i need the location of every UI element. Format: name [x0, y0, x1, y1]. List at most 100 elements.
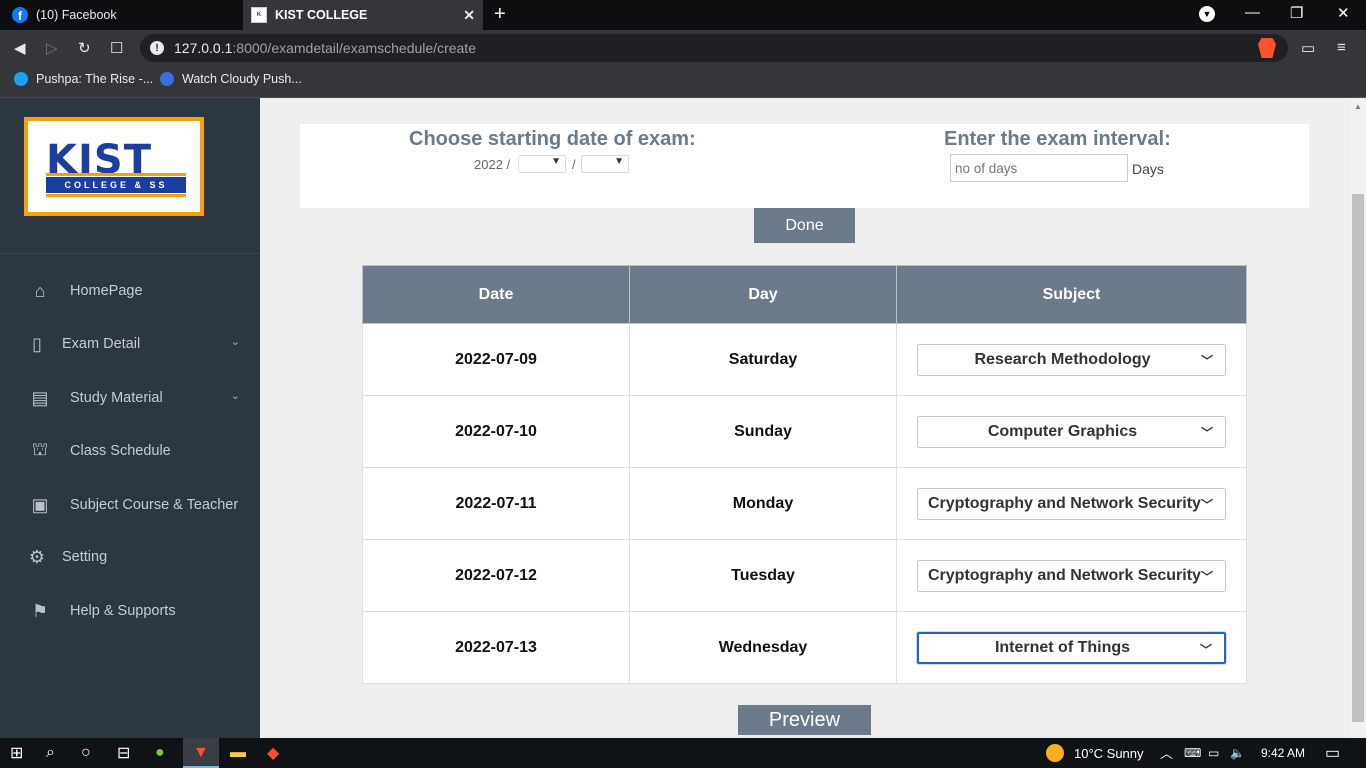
sidebar-item-exam-detail[interactable]: ▯ Exam Detail ⌄: [28, 333, 240, 355]
back-icon[interactable]: ◀: [14, 39, 26, 57]
close-window-icon[interactable]: ✕: [1337, 4, 1350, 22]
sidebar-item-label: Setting: [62, 549, 108, 565]
subject-cell: Cryptography and Network Security ﹀: [896, 467, 1247, 540]
address-bar[interactable]: ! 127.0.0.1 :8000/examdetail/examschedul…: [140, 34, 1288, 62]
interval-days-input[interactable]: [950, 154, 1128, 182]
sidebar-item-study-material[interactable]: ▤ Study Material ⌄: [28, 387, 240, 409]
minimize-icon[interactable]: —: [1245, 4, 1260, 21]
git-icon[interactable]: ◆: [267, 743, 279, 763]
bookmark-pushpa[interactable]: Pushpa: The Rise -...: [14, 72, 153, 86]
subject-select-value: Research Methodology: [974, 350, 1151, 368]
tab-label: KIST COLLEGE: [275, 8, 368, 22]
sidebar-item-homepage[interactable]: ⌂ HomePage: [28, 280, 240, 302]
sidebar-item-setting[interactable]: ⚙ Setting: [28, 546, 240, 568]
bookmark-cloudy[interactable]: Watch Cloudy Push...: [160, 72, 302, 86]
sidebar: KIST COLLEGE & SS ⌂ HomePage ▯ Exam Deta…: [0, 98, 260, 738]
chevron-down-icon: ﹀: [1200, 425, 1213, 440]
gear-icon: ⚙: [28, 546, 46, 567]
date-separator: /: [572, 157, 576, 172]
column-header-subject: Subject: [896, 265, 1247, 324]
reload-icon[interactable]: ↻: [78, 39, 91, 57]
windows-start-icon[interactable]: ⊞: [10, 743, 23, 763]
tab-kist-college[interactable]: K KIST COLLEGE ✕: [243, 0, 483, 30]
cloudy-icon: [160, 72, 174, 86]
table-row: 2022-07-10 Sunday Computer Graphics ﹀: [362, 395, 1247, 468]
torrent-icon[interactable]: ●: [155, 743, 165, 763]
chevron-down-icon: ⌄: [230, 390, 240, 402]
sidebar-item-subject-course-teacher[interactable]: ▣ Subject Course & Teacher: [28, 494, 240, 516]
interval-label: Enter the exam interval:: [944, 128, 1171, 150]
sidebar-item-label: Study Material: [70, 390, 163, 406]
subject-select[interactable]: Computer Graphics ﹀: [917, 415, 1226, 448]
facebook-icon: f: [12, 7, 28, 23]
scroll-thumb[interactable]: [1352, 194, 1364, 722]
clock-time[interactable]: 9:42 AM: [1261, 746, 1305, 760]
brave-browser-icon[interactable]: ▼: [193, 743, 209, 763]
bookmark-label: Pushpa: The Rise -...: [36, 72, 154, 86]
month-select[interactable]: ▼: [518, 155, 566, 173]
url-path: :8000/examdetail/examschedule/create: [232, 40, 476, 56]
chevron-up-icon[interactable]: ︿: [1160, 742, 1173, 762]
subject-cell: Computer Graphics ﹀: [896, 395, 1247, 468]
file-explorer-icon[interactable]: ▬: [230, 743, 246, 763]
volume-icon[interactable]: 🔈: [1230, 743, 1245, 763]
sidebar-item-help-supports[interactable]: ⚑ Help & Supports: [28, 600, 240, 622]
day-cell: Tuesday: [629, 539, 897, 612]
subject-select-value: Cryptography and Network Security: [928, 494, 1201, 512]
browser-tab-bar: f (10) Facebook K KIST COLLEGE ✕ + ▼ — ❐…: [0, 0, 1366, 30]
day-cell: Wednesday: [629, 611, 897, 684]
preview-button[interactable]: Preview: [738, 705, 871, 735]
subject-select[interactable]: Research Methodology ﹀: [917, 343, 1226, 376]
table-row: 2022-07-09 Saturday Research Methodology…: [362, 323, 1247, 396]
date-cell: 2022-07-10: [362, 395, 630, 468]
sidebar-item-class-schedule[interactable]: ⛫ Class Schedule: [28, 439, 240, 462]
day-select[interactable]: ▼: [581, 155, 629, 173]
search-icon[interactable]: ⌕: [46, 743, 55, 763]
network-icon[interactable]: ▭: [1208, 743, 1219, 763]
subject-select[interactable]: Internet of Things ﹀: [917, 631, 1226, 664]
flag-icon: ⚑: [31, 600, 49, 621]
weather-sun-icon[interactable]: [1046, 744, 1064, 762]
play-icon: [14, 72, 28, 86]
tab-label: (10) Facebook: [36, 8, 117, 22]
site-info-icon[interactable]: !: [150, 41, 164, 55]
table-row: 2022-07-11 Monday Cryptography and Netwo…: [362, 467, 1247, 540]
weather-text[interactable]: 10°C Sunny: [1074, 746, 1144, 761]
table-row: 2022-07-13 Wednesday Internet of Things …: [362, 611, 1247, 684]
day-cell: Sunday: [629, 395, 897, 468]
bookmark-icon[interactable]: ☐: [110, 39, 123, 57]
logo-subtitle: COLLEGE & SS: [46, 177, 186, 193]
subject-select[interactable]: Cryptography and Network Security ﹀: [917, 487, 1226, 520]
restore-icon[interactable]: ❐: [1290, 4, 1303, 22]
subject-select[interactable]: Cryptography and Network Security ﹀: [917, 559, 1226, 592]
chevron-down-icon: ﹀: [1200, 569, 1213, 584]
school-icon: ⛫: [31, 439, 49, 459]
profile-chevron-icon[interactable]: ▼: [1199, 6, 1215, 22]
sidebar-item-label: Exam Detail: [62, 336, 141, 352]
date-cell: 2022-07-09: [362, 323, 630, 396]
wallet-icon[interactable]: ▭: [1301, 39, 1315, 57]
done-button[interactable]: Done: [754, 208, 855, 243]
widgets-icon[interactable]: ⊟: [117, 743, 130, 763]
forward-icon[interactable]: ▷: [46, 39, 58, 57]
kist-favicon-icon: K: [251, 7, 267, 23]
scroll-up-icon[interactable]: ▲: [1354, 102, 1362, 111]
logo-stripe: [46, 194, 186, 197]
subject-cell: Research Methodology ﹀: [896, 323, 1247, 396]
new-tab-icon[interactable]: +: [494, 3, 506, 26]
interval-unit: Days: [1132, 161, 1164, 177]
table-row: 2022-07-12 Tuesday Cryptography and Netw…: [362, 539, 1247, 612]
chevron-down-icon: ﹀: [1200, 497, 1213, 512]
windows-taskbar: ⊞ ⌕ ○ ⊟ ● ▼ ▬ ◆ 10°C Sunny ︿ ⌨ ▭ 🔈 9:42 …: [0, 738, 1366, 768]
tab-facebook[interactable]: f (10) Facebook: [0, 0, 242, 30]
close-tab-icon[interactable]: ✕: [463, 7, 475, 24]
college-logo[interactable]: KIST COLLEGE & SS: [24, 117, 204, 216]
notification-icon[interactable]: ▭: [1325, 743, 1340, 763]
menu-icon[interactable]: ≡: [1337, 39, 1346, 56]
home-icon: ⌂: [34, 280, 46, 301]
page-scrollbar[interactable]: ▲: [1350, 98, 1366, 738]
date-cell: 2022-07-13: [362, 611, 630, 684]
chevron-down-icon: ﹀: [1200, 353, 1213, 368]
task-view-icon[interactable]: ○: [81, 743, 91, 763]
language-icon[interactable]: ⌨: [1184, 743, 1201, 763]
